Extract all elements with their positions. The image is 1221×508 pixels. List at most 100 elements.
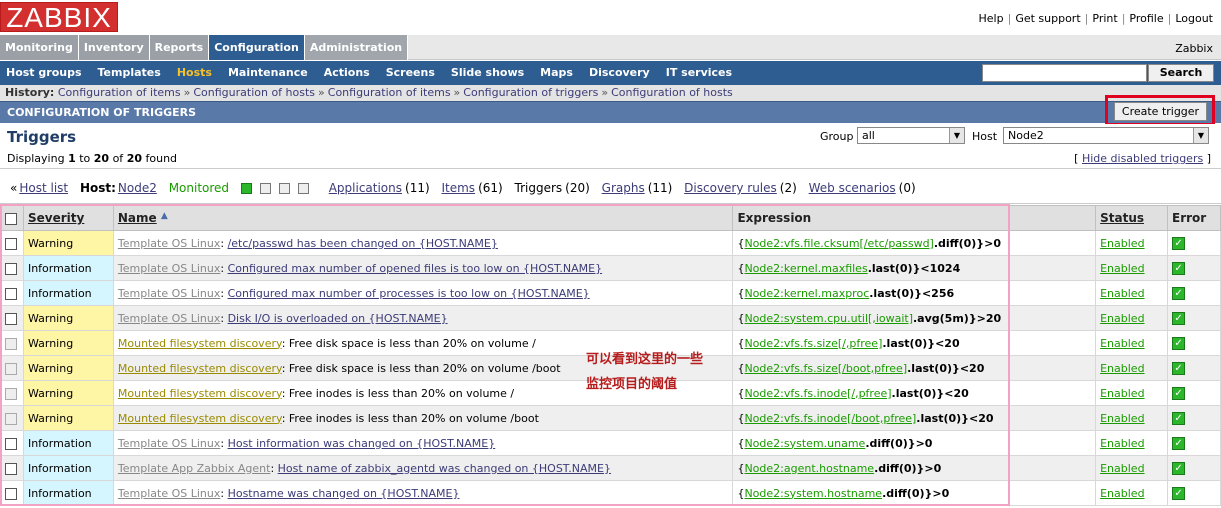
expression-item-link[interactable]: Node2:vfs.fs.size[/boot,pfree] <box>744 362 907 375</box>
expression-item-link[interactable]: Node2:vfs.fs.size[/,pfree] <box>744 337 882 350</box>
items-link[interactable]: Items <box>441 181 475 195</box>
severity-cell: Warning <box>22 230 114 256</box>
status-cell: Enabled <box>1095 355 1169 381</box>
history-link[interactable]: Configuration of items <box>328 86 451 99</box>
menu-configuration[interactable]: Configuration <box>209 35 305 60</box>
template-link[interactable]: Template App Zabbix Agent <box>118 462 271 475</box>
search-button[interactable]: Search <box>1148 64 1214 82</box>
trigger-name-link[interactable]: Configured max number of processes is to… <box>228 287 590 300</box>
status-toggle[interactable]: Enabled <box>1100 412 1144 425</box>
submenu-maps[interactable]: Maps <box>534 61 583 85</box>
template-link[interactable]: Template OS Linux <box>118 262 220 275</box>
template-link[interactable]: Template OS Linux <box>118 312 220 325</box>
trigger-name-link[interactable]: Host name of zabbix_agentd was changed o… <box>278 462 611 475</box>
trigger-name-link[interactable]: Host information was changed on {HOST.NA… <box>228 437 496 450</box>
expression-item-link[interactable]: Node2:agent.hostname <box>744 462 874 475</box>
trigger-name-link[interactable]: Disk I/O is overloaded on {HOST.NAME} <box>228 312 448 325</box>
expression-item-link[interactable]: Node2:vfs.fs.inode[/boot,pfree] <box>744 412 916 425</box>
host-select[interactable]: Node2 ▼ <box>1003 127 1209 144</box>
logout-link[interactable]: Logout <box>1175 12 1213 25</box>
status-toggle[interactable]: Enabled <box>1100 387 1144 400</box>
status-toggle[interactable]: Enabled <box>1100 312 1144 325</box>
col-severity[interactable]: Severity <box>22 205 114 231</box>
status-toggle[interactable]: Enabled <box>1100 437 1144 450</box>
template-link[interactable]: Mounted filesystem discovery <box>118 337 282 350</box>
submenu-screens[interactable]: Screens <box>380 61 445 85</box>
status-toggle[interactable]: Enabled <box>1100 337 1144 350</box>
search-input[interactable] <box>982 64 1147 82</box>
error-cell: ✓ <box>1167 480 1221 506</box>
row-checkbox[interactable] <box>5 287 17 300</box>
hide-disabled-link[interactable]: Hide disabled triggers <box>1082 152 1203 165</box>
expression-item-link[interactable]: Node2:system.hostname <box>744 487 882 500</box>
template-link[interactable]: Mounted filesystem discovery <box>118 412 282 425</box>
template-link[interactable]: Mounted filesystem discovery <box>118 387 282 400</box>
submenu-it-services[interactable]: IT services <box>660 61 742 85</box>
discovery-rules-link[interactable]: Discovery rules <box>684 181 777 195</box>
submenu-templates[interactable]: Templates <box>92 61 171 85</box>
expression-item-link[interactable]: Node2:kernel.maxproc <box>744 287 869 300</box>
status-toggle[interactable]: Enabled <box>1100 487 1144 500</box>
help-link[interactable]: Help <box>979 12 1004 25</box>
col-status[interactable]: Status <box>1095 205 1169 231</box>
host-list-link[interactable]: Host list <box>19 181 68 195</box>
expression-item-link[interactable]: Node2:vfs.fs.inode[/,pfree] <box>744 387 891 400</box>
submenu-host-groups[interactable]: Host groups <box>0 61 92 85</box>
submenu-actions[interactable]: Actions <box>318 61 380 85</box>
chevron-down-icon: ▼ <box>949 128 964 143</box>
status-toggle[interactable]: Enabled <box>1100 287 1144 300</box>
web-scenarios-link[interactable]: Web scenarios <box>809 181 896 195</box>
submenu-discovery[interactable]: Discovery <box>583 61 660 85</box>
row-checkbox[interactable] <box>5 487 17 500</box>
row-checkbox[interactable] <box>5 437 17 450</box>
status-cell: Enabled <box>1095 380 1169 406</box>
expression-item-link[interactable]: Node2:system.cpu.util[,iowait] <box>744 312 913 325</box>
submenu-slide-shows[interactable]: Slide shows <box>445 61 534 85</box>
expression-item-link[interactable]: Node2:vfs.file.cksum[/etc/passwd] <box>744 237 933 250</box>
row-checkbox[interactable] <box>5 387 17 400</box>
expression-item-link[interactable]: Node2:system.uname <box>744 437 865 450</box>
row-checkbox[interactable] <box>5 412 17 425</box>
status-toggle[interactable]: Enabled <box>1100 462 1144 475</box>
menu-monitoring[interactable]: Monitoring <box>0 35 79 60</box>
history-link[interactable]: Configuration of hosts <box>611 86 733 99</box>
template-link[interactable]: Template OS Linux <box>118 287 220 300</box>
select-all-checkbox[interactable] <box>5 212 17 225</box>
severity-cell: Warning <box>22 380 114 406</box>
row-checkbox[interactable] <box>5 262 17 275</box>
group-select[interactable]: all ▼ <box>857 127 965 144</box>
severity-cell: Warning <box>22 405 114 431</box>
zabbix-logo[interactable]: ZABBIX <box>0 2 118 33</box>
graphs-link[interactable]: Graphs <box>602 181 645 195</box>
row-checkbox[interactable] <box>5 337 17 350</box>
host-link[interactable]: Node2 <box>118 181 157 195</box>
menu-reports[interactable]: Reports <box>149 35 210 60</box>
template-link[interactable]: Template OS Linux <box>118 487 220 500</box>
applications-link[interactable]: Applications <box>329 181 402 195</box>
history-link[interactable]: Configuration of hosts <box>193 86 315 99</box>
col-name[interactable]: Name ▲ <box>112 205 734 231</box>
print-link[interactable]: Print <box>1092 12 1117 25</box>
trigger-name-link[interactable]: Hostname was changed on {HOST.NAME} <box>228 487 460 500</box>
row-checkbox[interactable] <box>5 362 17 375</box>
row-checkbox[interactable] <box>5 312 17 325</box>
trigger-name-link[interactable]: /etc/passwd has been changed on {HOST.NA… <box>228 237 498 250</box>
profile-link[interactable]: Profile <box>1129 12 1163 25</box>
status-toggle[interactable]: Enabled <box>1100 262 1144 275</box>
expression-item-link[interactable]: Node2:kernel.maxfiles <box>744 262 867 275</box>
status-toggle[interactable]: Enabled <box>1100 362 1144 375</box>
history-link[interactable]: Configuration of triggers <box>463 86 598 99</box>
menu-administration[interactable]: Administration <box>304 35 409 60</box>
history-link[interactable]: Configuration of items <box>58 86 181 99</box>
submenu-maintenance[interactable]: Maintenance <box>222 61 318 85</box>
submenu-hosts[interactable]: Hosts <box>171 61 222 85</box>
trigger-name-link[interactable]: Configured max number of opened files is… <box>228 262 603 275</box>
row-checkbox[interactable] <box>5 237 17 250</box>
status-toggle[interactable]: Enabled <box>1100 237 1144 250</box>
template-link[interactable]: Mounted filesystem discovery <box>118 362 282 375</box>
template-link[interactable]: Template OS Linux <box>118 437 220 450</box>
template-link[interactable]: Template OS Linux <box>118 237 220 250</box>
row-checkbox[interactable] <box>5 462 17 475</box>
support-link[interactable]: Get support <box>1015 12 1080 25</box>
menu-inventory[interactable]: Inventory <box>78 35 150 60</box>
